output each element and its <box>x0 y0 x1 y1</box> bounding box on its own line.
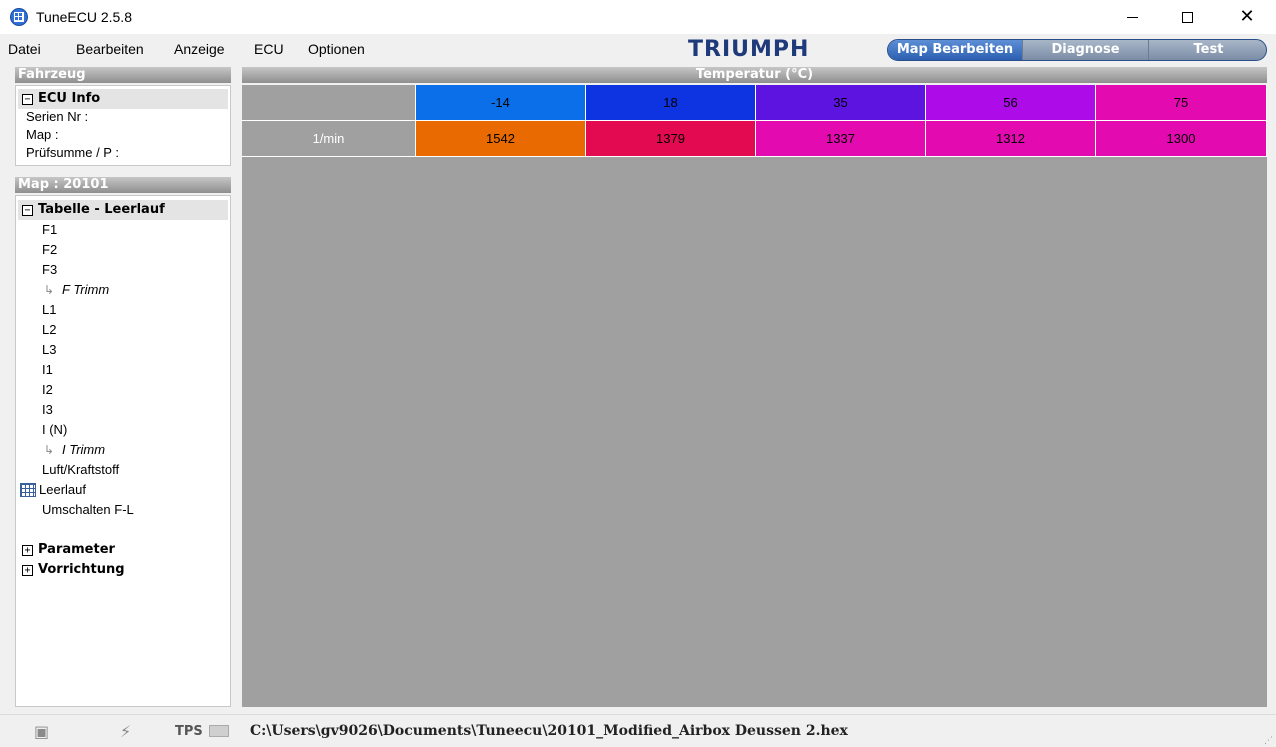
map-label: Map : <box>26 127 59 142</box>
tree-item-f1[interactable]: F1 <box>42 222 57 238</box>
menu-bearbeiten[interactable]: Bearbeiten <box>76 41 144 57</box>
group-title: Tabelle - Leerlauf <box>38 202 165 217</box>
file-path: C:\Users\gv9026\Documents\Tuneecu\20101_… <box>250 723 848 739</box>
tps-indicator <box>209 725 229 737</box>
triumph-logo: TRIUMPH <box>688 37 810 62</box>
map-header: Map : 20101 <box>15 177 231 193</box>
ecu-info-group[interactable]: − ECU Info <box>18 89 228 109</box>
value-cell[interactable]: 1337 <box>756 121 926 157</box>
sub-arrow-icon: ↳ <box>44 443 55 457</box>
maximize-icon <box>1181 11 1193 23</box>
column-header[interactable]: 75 <box>1096 85 1267 121</box>
tree-item-l1[interactable]: L1 <box>42 302 56 318</box>
tree-item-label: Leerlauf <box>39 482 86 497</box>
tree-item-leerlauf[interactable]: Leerlauf <box>20 482 86 498</box>
close-button[interactable]: ✕ <box>1224 0 1270 34</box>
maximize-button[interactable] <box>1164 0 1210 34</box>
value-cell[interactable]: 1542 <box>416 121 586 157</box>
row-label: 1/min <box>242 121 416 157</box>
table-icon <box>20 483 36 497</box>
menu-bar: Datei Bearbeiten Anzeige ECU Optionen <box>0 36 680 62</box>
tree-item-i2[interactable]: I2 <box>42 382 53 398</box>
checksum-label: Prüfsumme / P : <box>26 145 119 160</box>
tab-map-bearbeiten[interactable]: Map Bearbeiten <box>888 40 1022 60</box>
menu-datei[interactable]: Datei <box>8 41 41 57</box>
menu-optionen[interactable]: Optionen <box>308 41 365 57</box>
connect-icon[interactable]: ⚡ <box>120 724 138 740</box>
group-title: Parameter <box>38 542 115 557</box>
map-table-area: -14 18 35 56 75 1/min 1542 1379 1337 131… <box>242 85 1267 707</box>
mode-tabs: Map Bearbeiten Diagnose Test <box>887 39 1267 61</box>
tree-item-f2[interactable]: F2 <box>42 242 57 258</box>
tree-item-i3[interactable]: I3 <box>42 402 53 418</box>
column-header[interactable]: 56 <box>926 85 1096 121</box>
tree-item-l3[interactable]: L3 <box>42 342 56 358</box>
collapse-icon[interactable]: − <box>22 205 33 216</box>
window-title: TuneECU 2.5.8 <box>36 9 132 25</box>
parameter-group[interactable]: + Parameter <box>18 540 228 560</box>
vorrichtung-group[interactable]: + Vorrichtung <box>18 560 228 580</box>
resize-grip-icon[interactable]: ⋰ <box>1264 735 1274 745</box>
sub-arrow-icon: ↳ <box>44 283 55 297</box>
tab-test[interactable]: Test <box>1148 40 1266 60</box>
tree-item-i1[interactable]: I1 <box>42 362 53 378</box>
tree-item-f3[interactable]: F3 <box>42 262 57 278</box>
tree-item-i-n[interactable]: I (N) <box>42 422 67 438</box>
fahrzeug-header: Fahrzeug <box>15 67 231 83</box>
column-header[interactable]: 18 <box>586 85 756 121</box>
column-header[interactable]: -14 <box>416 85 586 121</box>
minimize-button[interactable] <box>1109 0 1155 34</box>
tps-label: TPS <box>175 724 203 739</box>
status-bar: ▣ ⚡ TPS C:\Users\gv9026\Documents\Tuneec… <box>0 714 1276 747</box>
column-header[interactable]: 35 <box>756 85 926 121</box>
menu-ecu[interactable]: ECU <box>254 41 284 57</box>
value-cell[interactable]: 1300 <box>1096 121 1267 157</box>
tree-item-label: I Trimm <box>62 442 106 457</box>
tab-diagnose[interactable]: Diagnose <box>1022 40 1148 60</box>
group-title: Vorrichtung <box>38 562 125 577</box>
title-bar: TuneECU 2.5.8 ✕ <box>0 0 1276 34</box>
value-cell[interactable]: 1312 <box>926 121 1096 157</box>
collapse-icon[interactable]: − <box>22 94 33 105</box>
value-cell[interactable]: 1379 <box>586 121 756 157</box>
expand-icon[interactable]: + <box>22 545 33 556</box>
expand-icon[interactable]: + <box>22 565 33 576</box>
tree-item-umschalten[interactable]: Umschalten F-L <box>42 502 134 518</box>
serial-number-label: Serien Nr : <box>26 109 89 124</box>
corner-cell <box>242 85 416 121</box>
tree-item-f-trimm[interactable]: ↳ F Trimm <box>44 282 109 298</box>
table-header: Temperatur (°C) <box>242 67 1267 83</box>
ecu-chip-icon[interactable]: ▣ <box>34 724 52 740</box>
close-icon: ✕ <box>1239 6 1255 27</box>
app-icon <box>10 8 28 26</box>
tree-item-label: F Trimm <box>62 282 110 297</box>
tabelle-leerlauf-group[interactable]: − Tabelle - Leerlauf <box>18 200 228 220</box>
ecu-info-title: ECU Info <box>38 91 101 106</box>
ecu-info-panel: − ECU Info Serien Nr : Map : Prüfsumme /… <box>15 85 231 166</box>
map-tree: − Tabelle - Leerlauf F1 F2 F3 ↳ F Trimm … <box>15 195 231 707</box>
tree-item-l2[interactable]: L2 <box>42 322 56 338</box>
minimize-icon <box>1126 16 1138 18</box>
menu-anzeige[interactable]: Anzeige <box>174 41 225 57</box>
tree-item-i-trimm[interactable]: ↳ I Trimm <box>44 442 105 458</box>
tree-item-luft-kraftstoff[interactable]: Luft/Kraftstoff <box>42 462 119 478</box>
